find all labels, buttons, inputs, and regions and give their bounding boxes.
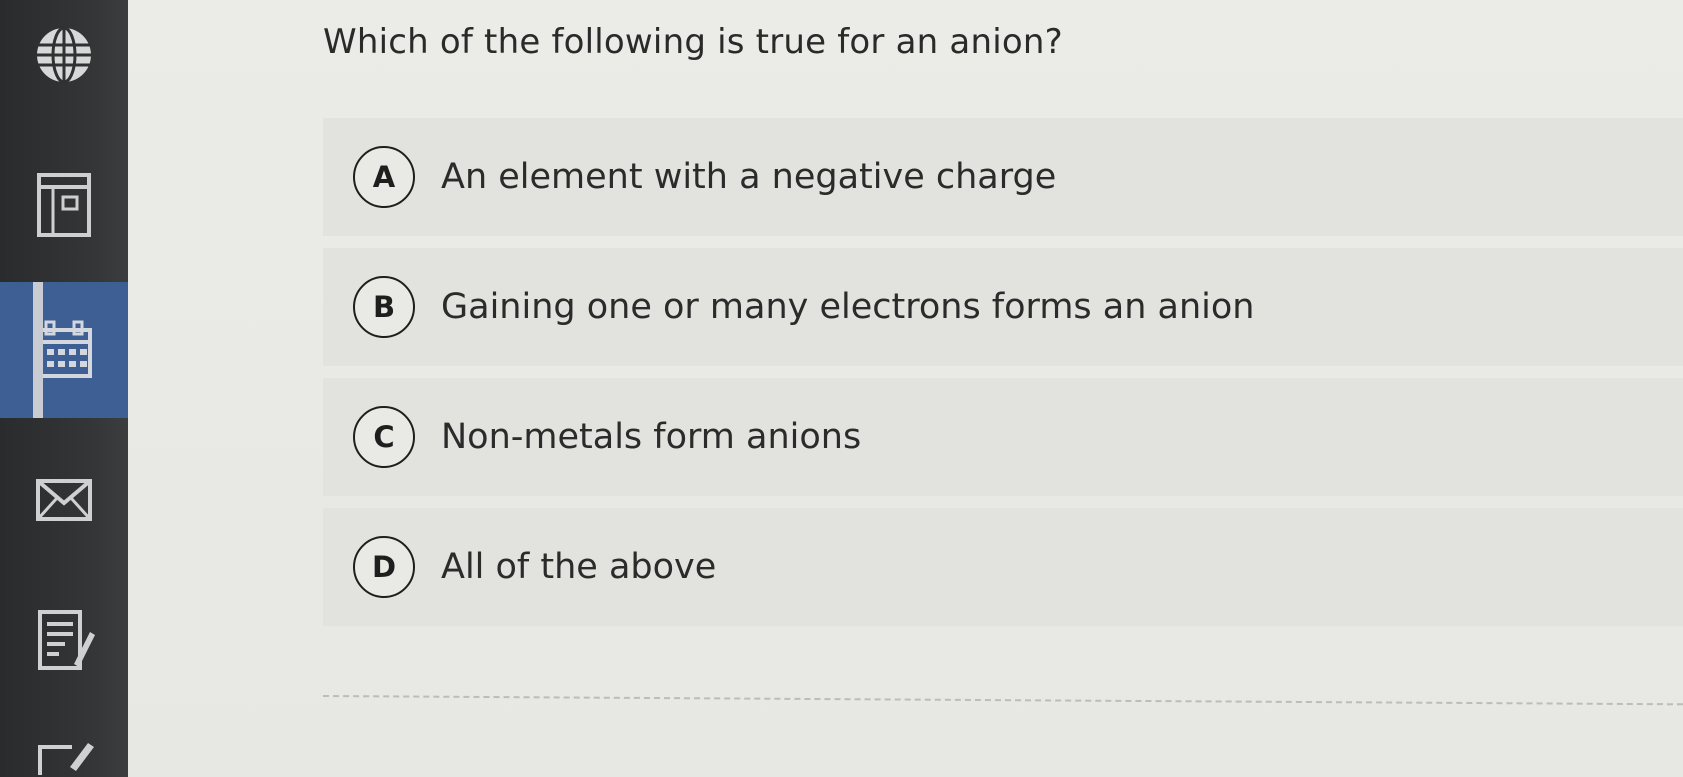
sidebar-item-calendar[interactable] — [0, 282, 128, 418]
option-letter: B — [353, 276, 415, 338]
option-d[interactable]: D All of the above — [323, 508, 1683, 626]
globe-icon — [37, 26, 91, 84]
option-letter: A — [353, 146, 415, 208]
question-panel: Which of the following is true for an an… — [128, 0, 1683, 777]
dashed-divider — [322, 695, 1683, 706]
option-letter: C — [353, 406, 415, 468]
sidebar — [0, 0, 128, 777]
mail-icon — [36, 479, 92, 521]
edit-icon — [38, 743, 94, 775]
option-label: Gaining one or many electrons forms an a… — [441, 287, 1255, 327]
question-text: Which of the following is true for an an… — [323, 22, 1063, 62]
option-a[interactable]: A An element with a negative charge — [323, 118, 1683, 236]
option-label: An element with a negative charge — [441, 157, 1057, 197]
option-label: Non-metals form anions — [441, 417, 862, 457]
sidebar-item-globe[interactable] — [0, 10, 128, 100]
option-letter: D — [353, 536, 415, 598]
option-c[interactable]: C Non-metals form anions — [323, 378, 1683, 496]
window-icon — [37, 173, 91, 237]
sidebar-item-mail[interactable] — [0, 455, 128, 545]
notes-edit-icon — [38, 610, 95, 670]
sidebar-item-notes[interactable] — [0, 595, 128, 685]
active-indicator — [33, 282, 43, 418]
option-label: All of the above — [441, 547, 717, 587]
sidebar-item-edit[interactable] — [0, 735, 128, 777]
option-b[interactable]: B Gaining one or many electrons forms an… — [323, 248, 1683, 366]
sidebar-item-window[interactable] — [0, 160, 128, 250]
